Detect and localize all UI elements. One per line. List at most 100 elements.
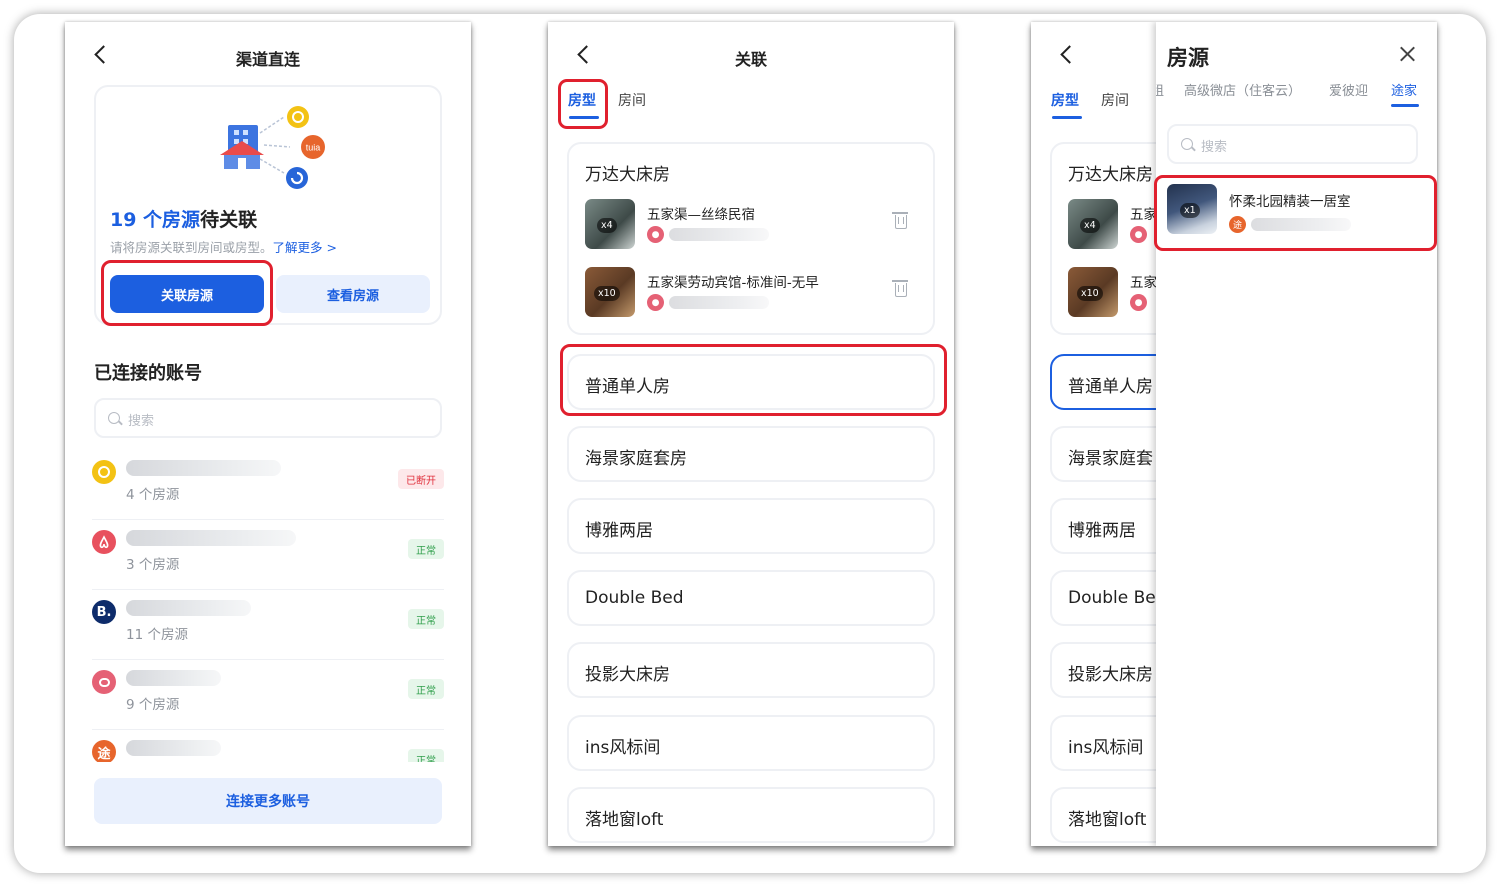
property-thumbnail: x10 <box>585 267 635 317</box>
search-input[interactable]: 搜索 <box>1167 124 1418 164</box>
room-card[interactable]: 投影大床房 <box>567 642 935 698</box>
room-name: 万达大床房 <box>585 165 670 185</box>
room-name: 普通单人房 <box>1068 377 1153 397</box>
account-row[interactable]: 3 个房源 正常 <box>92 520 444 590</box>
tab-room[interactable]: 房间 <box>1101 90 1129 110</box>
view-properties-button[interactable]: 查看房源 <box>276 275 430 313</box>
page-title: 关联 <box>734 50 767 69</box>
pending-count: 19 个房源 <box>110 209 201 231</box>
account-row[interactable]: B. 11 个房源 正常 <box>92 590 444 660</box>
room-name: 海景家庭套房 <box>585 449 687 469</box>
room-name: 投影大床房 <box>585 665 670 685</box>
pending-summary: 19 个房源待关联 <box>110 205 257 232</box>
status-badge: 正常 <box>408 679 444 699</box>
account-name-blurred <box>126 600 251 616</box>
room-card[interactable]: ins风标间 <box>567 715 935 771</box>
learn-more-link[interactable]: 了解更多 > <box>273 240 337 255</box>
room-card[interactable]: 落地窗loft <box>567 787 935 843</box>
account-row[interactable]: 9 个房源 正常 <box>92 660 444 730</box>
property-thumbnail: x10 <box>1068 267 1118 317</box>
account-count: 9 个房源 <box>126 697 180 713</box>
highlight-box <box>560 344 947 416</box>
account-row[interactable]: 4 个房源 已断开 <box>92 450 444 520</box>
property-drawer: 房源 租 高级微店（住客云） 爱彼迎 途家 搜索 x1 怀柔北园精装一居室 途 <box>1156 22 1437 846</box>
pig-icon: ● <box>647 226 664 243</box>
highlight-box <box>101 260 273 326</box>
room-name: 投影大床房 <box>1068 665 1153 685</box>
link-screen: 关联 房型 房间 万达大床房 x4 五家渠—丝绦民宿 ● x10 五家渠劳动宾馆… <box>548 22 954 846</box>
property-name: 五家渠—丝绦民宿 <box>647 207 755 223</box>
search-placeholder: 搜索 <box>128 414 155 429</box>
account-row[interactable]: 途 正常 <box>92 730 444 762</box>
back-icon[interactable] <box>1060 45 1079 64</box>
link-drawer-screen: 房型 房间 万达大床房 x4 五家 ● x10 五家 ● 普通单人房 海景家庭套… <box>1031 22 1437 846</box>
status-badge: 正常 <box>408 539 444 559</box>
channel-connect-screen: 渠道直连 tuia 19 个房源待关联 请将房源关联到房间或房型。了解更多 > … <box>65 22 471 846</box>
pig-icon: ● <box>1130 294 1147 311</box>
channel-tab[interactable]: 爱彼迎 <box>1329 80 1368 99</box>
photo-count: x4 <box>597 218 617 233</box>
photo-count: x10 <box>1077 286 1103 301</box>
room-card[interactable]: 博雅两居 <box>567 498 935 554</box>
room-name: 落地窗loft <box>1068 810 1147 830</box>
room-card[interactable]: 海景家庭套房 <box>567 426 935 482</box>
tab-room[interactable]: 房间 <box>618 90 646 110</box>
tujia-icon: 途 <box>92 740 116 762</box>
channel-tab-tujia[interactable]: 途家 <box>1391 80 1417 99</box>
trash-icon[interactable] <box>892 212 908 229</box>
account-name-blurred <box>126 460 281 476</box>
linked-property: x10 五家渠劳动宾馆-标准间-无早 ● <box>585 267 921 321</box>
pending-suffix: 待关联 <box>200 209 258 231</box>
pig-icon: ● <box>1130 226 1147 243</box>
room-name: 博雅两居 <box>585 521 653 541</box>
property-name: 五家渠劳动宾馆-标准间-无早 <box>647 275 819 291</box>
room-name: 万达大床房 <box>1068 165 1153 185</box>
property-thumbnail: x4 <box>1068 199 1118 249</box>
room-card[interactable]: 万达大床房 x4 五家渠—丝绦民宿 ● x10 五家渠劳动宾馆-标准间-无早 ● <box>567 142 935 335</box>
nav-bar: 关联 <box>548 40 954 70</box>
account-name-blurred <box>126 530 296 546</box>
channel-tab[interactable]: 高级微店（住客云） <box>1184 80 1301 99</box>
room-card[interactable]: Double Bed <box>567 570 935 626</box>
channel-illustration: tuia <box>220 106 325 189</box>
channel-tabs: 租 高级微店（住客云） 爱彼迎 途家 <box>1156 80 1437 110</box>
property-name: 五家 <box>1130 275 1157 291</box>
account-count: 4 个房源 <box>126 487 180 503</box>
blurred-text <box>669 228 769 241</box>
pig-icon: ● <box>647 294 664 311</box>
account-name-blurred <box>126 670 221 686</box>
status-badge: 已断开 <box>398 469 444 489</box>
nav-bar: 渠道直连 <box>65 40 471 70</box>
photo-count: x10 <box>594 286 620 301</box>
account-count: 3 个房源 <box>126 557 180 573</box>
trash-icon[interactable] <box>892 280 908 297</box>
hint-body: 请将房源关联到房间或房型。 <box>110 240 273 255</box>
account-name-blurred <box>126 740 221 756</box>
booking-icon: B. <box>92 600 116 624</box>
yellow-ring-icon <box>92 460 116 484</box>
tab-room-type[interactable]: 房型 <box>1051 90 1079 110</box>
svg-text:tuia: tuia <box>306 143 321 153</box>
room-name: 海景家庭套 <box>1068 449 1153 469</box>
hint-text: 请将房源关联到房间或房型。了解更多 > <box>110 237 337 256</box>
property-name: 五家 <box>1130 207 1157 223</box>
blurred-text <box>669 296 769 309</box>
room-name: 博雅两居 <box>1068 521 1136 541</box>
airbnb-icon <box>92 530 116 554</box>
section-title: 已连接的账号 <box>94 363 202 384</box>
connect-more-button[interactable]: 连接更多账号 <box>94 778 442 824</box>
photo-count: x4 <box>1080 218 1100 233</box>
room-name: 落地窗loft <box>585 810 664 830</box>
search-input[interactable]: 搜索 <box>94 398 442 438</box>
linked-property: x4 五家渠—丝绦民宿 ● <box>585 199 921 253</box>
room-name: Double Bed <box>585 588 684 608</box>
tab-indicator <box>1052 116 1082 119</box>
room-name: Double Bec <box>1068 588 1166 608</box>
status-badge: 正常 <box>408 609 444 629</box>
search-placeholder: 搜索 <box>1201 140 1228 155</box>
account-count: 11 个房源 <box>126 627 188 643</box>
pig-icon <box>92 670 116 694</box>
close-icon[interactable] <box>1399 46 1415 62</box>
tab-indicator <box>1391 104 1419 107</box>
channel-tab[interactable]: 租 <box>1156 80 1164 99</box>
